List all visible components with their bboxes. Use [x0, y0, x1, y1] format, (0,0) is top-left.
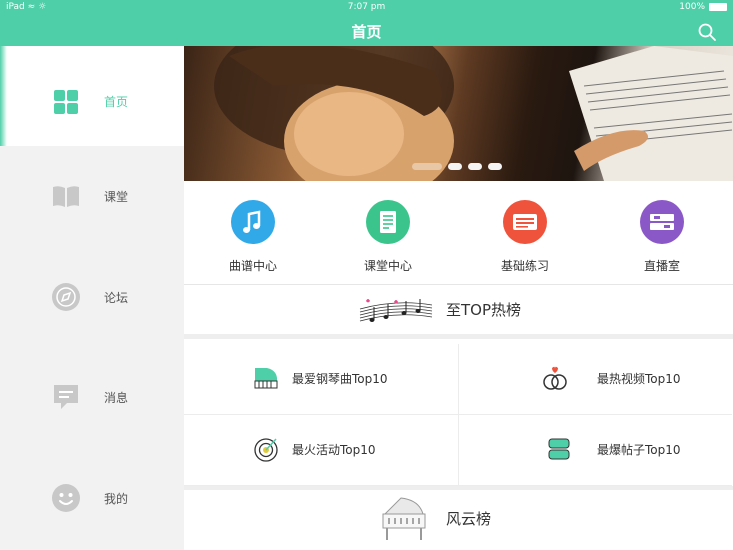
smiley-icon [52, 484, 80, 512]
music-staff-icon [359, 299, 433, 322]
quick-link-label: 基础练习 [500, 259, 549, 273]
message-icon [54, 385, 78, 409]
grid-icon [54, 90, 78, 114]
carousel-dot[interactable] [448, 163, 462, 170]
book-icon [53, 186, 79, 207]
search-icon[interactable] [697, 22, 717, 42]
piano-icon [254, 368, 278, 389]
banner-image [214, 46, 733, 181]
ranking-title: 风云榜 [446, 510, 492, 528]
hot-list-header: 至TOP热榜 [184, 285, 733, 339]
target-icon [254, 438, 278, 462]
page-title: 首页 [351, 23, 382, 41]
status-time: 7:07 pm [347, 2, 386, 12]
broadcast-icon [640, 200, 684, 244]
sidebar-item-label: 消息 [104, 391, 129, 405]
battery-icon [709, 3, 727, 11]
carousel-dot[interactable] [412, 163, 442, 170]
battery-percent: 100% [679, 2, 705, 12]
banner-carousel[interactable] [184, 46, 733, 181]
navigation-bar: 首页 [0, 16, 733, 46]
sidebar-item-messages[interactable]: 消息 [0, 346, 184, 446]
quick-link-label: 课堂中心 [363, 259, 412, 273]
hot-list-title: 至TOP热榜 [446, 301, 522, 319]
quick-link-live[interactable]: 直播室 [602, 200, 722, 274]
sidebar-item-home[interactable]: 首页 [0, 46, 184, 146]
sidebar-item-label: 首页 [104, 95, 129, 109]
hot-list-grid: 最爱钢琴曲Top10 最热视频Top10 最火活动Top10 最爆帖子Top10 [184, 344, 733, 486]
active-indicator [0, 46, 7, 146]
sidebar-item-label: 课堂 [104, 190, 129, 204]
main-content: 曲谱中心 课堂中心 基础练习 直播室 至TOP热榜 最爱钢琴曲Top10 最热视… [184, 46, 733, 550]
music-note-icon [231, 200, 275, 244]
status-bar: iPad ≈ ☼ 7:07 pm 100% [0, 0, 733, 16]
ranking-section[interactable]: 风云榜 [184, 486, 733, 550]
hot-item-piano[interactable]: 最爱钢琴曲Top10 [184, 344, 458, 415]
document-icon [366, 200, 410, 244]
carousel-dot[interactable] [468, 163, 482, 170]
compass-icon [52, 283, 80, 311]
sidebar-item-label: 论坛 [104, 291, 129, 305]
hot-item-video[interactable]: 最热视频Top10 [458, 344, 732, 415]
rings-icon [543, 366, 567, 390]
hot-item-label: 最爆帖子Top10 [597, 443, 681, 457]
sidebar-item-label: 我的 [104, 492, 129, 506]
sidebar: 首页 课堂 论坛 消息 我的 [0, 46, 184, 550]
carousel-dot[interactable] [488, 163, 502, 170]
hot-item-label: 最热视频Top10 [597, 372, 681, 386]
hot-item-label: 最爱钢琴曲Top10 [292, 372, 388, 386]
quick-links: 曲谱中心 课堂中心 基础练习 直播室 [184, 181, 733, 285]
grand-piano-icon [382, 497, 426, 540]
quick-link-practice[interactable]: 基础练习 [465, 200, 585, 274]
carousel-indicator [412, 163, 502, 170]
sidebar-item-classroom[interactable]: 课堂 [0, 146, 184, 246]
card-icon [503, 200, 547, 244]
sidebar-item-profile[interactable]: 我的 [0, 446, 184, 546]
quick-link-classroom[interactable]: 课堂中心 [328, 200, 448, 274]
hot-item-posts[interactable]: 最爆帖子Top10 [458, 415, 732, 486]
hot-item-activity[interactable]: 最火活动Top10 [184, 415, 458, 486]
hot-item-label: 最火活动Top10 [292, 443, 376, 457]
quick-link-label: 曲谱中心 [228, 259, 277, 273]
quick-link-scores[interactable]: 曲谱中心 [193, 200, 313, 274]
sidebar-item-forum[interactable]: 论坛 [0, 246, 184, 346]
status-right: 100% [679, 2, 727, 12]
quick-link-label: 直播室 [643, 259, 680, 273]
chat-icon [548, 438, 570, 460]
